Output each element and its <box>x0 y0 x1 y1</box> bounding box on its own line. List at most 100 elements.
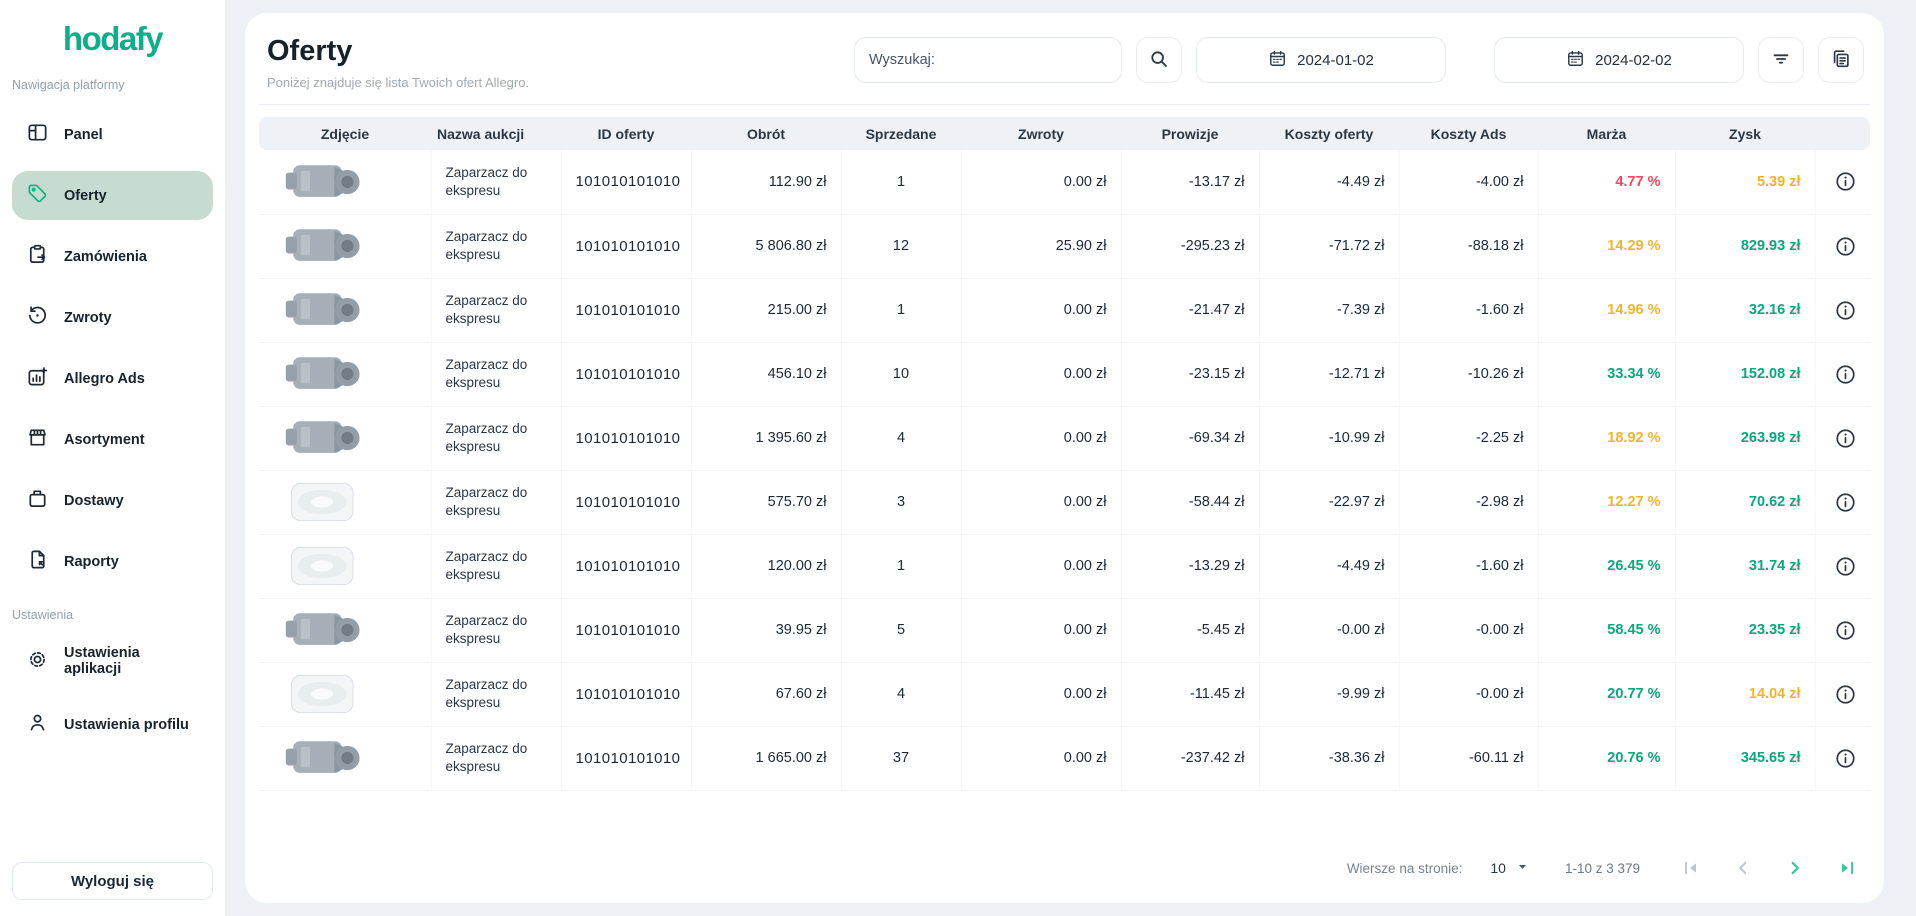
next-page-button[interactable] <box>1782 855 1808 881</box>
product-image <box>269 474 381 531</box>
info-button[interactable] <box>1830 743 1861 774</box>
copy-report-button[interactable] <box>1818 37 1864 83</box>
offer-id: 101010101010 <box>561 214 691 278</box>
card-header: Oferty Poniżej znajduje się lista Twoich… <box>259 29 1870 105</box>
offer-marza: 20.77 % <box>1538 662 1675 726</box>
tag-icon <box>26 182 49 209</box>
info-button[interactable] <box>1830 166 1861 197</box>
sidebar-item-allegro-ads[interactable]: Allegro Ads <box>12 354 213 403</box>
offer-name: Zaparzacz do ekspresu <box>431 534 561 598</box>
sidebar-item-raporty[interactable]: Raporty <box>12 537 213 586</box>
offer-name: Zaparzacz do ekspresu <box>431 662 561 726</box>
last-page-button[interactable] <box>1834 855 1860 881</box>
offer-name: Zaparzacz do ekspresu <box>431 598 561 662</box>
offer-zwroty: 25.90 zł <box>961 214 1121 278</box>
offer-name: Zaparzacz do ekspresu <box>431 278 561 342</box>
info-icon <box>1834 438 1857 453</box>
offer-koszty-oferty: -4.49 zł <box>1259 534 1399 598</box>
offer-koszty-ads: -0.00 zł <box>1399 598 1538 662</box>
product-image <box>269 410 381 467</box>
offer-sprzedane: 4 <box>841 662 961 726</box>
toolbar: 2024-01-02 2024-02-02 <box>854 37 1864 83</box>
sidebar-item-oferty[interactable]: Oferty <box>12 171 213 220</box>
offer-sprzedane: 37 <box>841 726 961 790</box>
search-input[interactable] <box>869 52 1107 68</box>
report-file-icon <box>26 548 49 575</box>
info-button[interactable] <box>1830 231 1861 262</box>
sidebar-item-ustawienia-profilu[interactable]: Ustawienia profilu <box>12 700 213 749</box>
offer-obrot: 120.00 zł <box>691 534 841 598</box>
info-icon <box>1834 694 1857 709</box>
product-image <box>269 346 381 403</box>
col-sprzedane: Sprzedane <box>841 117 961 150</box>
offer-marza: 14.96 % <box>1538 278 1675 342</box>
sidebar: hodafy Nawigacja platformy Panel Oferty … <box>0 0 225 916</box>
info-icon <box>1834 374 1857 389</box>
offer-koszty-oferty: -10.99 zł <box>1259 406 1399 470</box>
brand-logo: hodafy <box>12 20 213 58</box>
page-title: Oferty <box>267 35 529 68</box>
offer-koszty-oferty: -22.97 zł <box>1259 470 1399 534</box>
info-button[interactable] <box>1830 423 1861 454</box>
offer-koszty-ads: -2.98 zł <box>1399 470 1538 534</box>
info-icon <box>1834 758 1857 773</box>
table-row: Zaparzacz do ekspresu 101010101010 1 665… <box>259 726 1870 790</box>
col-id-oferty: ID oferty <box>561 117 691 150</box>
copy-icon <box>1830 48 1852 73</box>
previous-page-button[interactable] <box>1730 855 1756 881</box>
settings-section-label: Ustawienia <box>12 608 213 622</box>
date-to-picker[interactable]: 2024-02-02 <box>1494 37 1744 83</box>
offer-prowizje: -11.45 zł <box>1121 662 1259 726</box>
info-button[interactable] <box>1830 487 1861 518</box>
offer-name: Zaparzacz do ekspresu <box>431 214 561 278</box>
info-icon <box>1834 630 1857 645</box>
date-from-picker[interactable]: 2024-01-02 <box>1196 37 1446 83</box>
offer-marza: 18.92 % <box>1538 406 1675 470</box>
offer-marza: 58.45 % <box>1538 598 1675 662</box>
date-to-value: 2024-02-02 <box>1595 52 1672 69</box>
offer-zysk: 5.39 zł <box>1675 150 1815 214</box>
info-button[interactable] <box>1830 551 1861 582</box>
col-koszty-oferty: Koszty oferty <box>1259 117 1399 150</box>
product-part-graphic <box>273 602 377 658</box>
product-part-graphic <box>273 474 377 530</box>
col-zwroty: Zwroty <box>961 117 1121 150</box>
product-part-graphic <box>273 666 377 722</box>
sidebar-item-panel[interactable]: Panel <box>12 110 213 159</box>
page-size-dropdown[interactable]: 10 <box>1490 858 1531 878</box>
ads-chart-icon <box>26 365 49 392</box>
offer-sprzedane: 4 <box>841 406 961 470</box>
info-button[interactable] <box>1830 615 1861 646</box>
dashboard-icon <box>26 121 49 148</box>
pagination-nav <box>1678 855 1860 881</box>
product-part-graphic <box>273 282 377 338</box>
offer-sprzedane: 1 <box>841 150 961 214</box>
sidebar-item-asortyment[interactable]: Asortyment <box>12 415 213 464</box>
info-button[interactable] <box>1830 679 1861 710</box>
offer-name: Zaparzacz do ekspresu <box>431 406 561 470</box>
page-size-value: 10 <box>1490 860 1506 876</box>
offer-koszty-ads: -60.11 zł <box>1399 726 1538 790</box>
offer-sprzedane: 3 <box>841 470 961 534</box>
offer-koszty-oferty: -4.49 zł <box>1259 150 1399 214</box>
product-image <box>269 153 381 210</box>
search-button[interactable] <box>1136 37 1182 83</box>
info-icon <box>1834 566 1857 581</box>
offer-name: Zaparzacz do ekspresu <box>431 470 561 534</box>
info-button[interactable] <box>1830 359 1861 390</box>
product-image <box>269 730 381 787</box>
logout-button[interactable]: Wyloguj się <box>12 862 213 900</box>
sidebar-item-dostawy[interactable]: Dostawy <box>12 476 213 525</box>
offer-id: 101010101010 <box>561 534 691 598</box>
filter-button[interactable] <box>1758 37 1804 83</box>
storefront-icon <box>26 426 49 453</box>
sidebar-item-ustawienia-aplikacji[interactable]: Ustawienia aplikacji <box>12 634 213 688</box>
sidebar-item-zwroty[interactable]: Zwroty <box>12 293 213 342</box>
col-marza: Marża <box>1538 117 1675 150</box>
col-zysk: Zysk <box>1675 117 1815 150</box>
offer-marza: 4.77 % <box>1538 150 1675 214</box>
sidebar-item-zamowienia[interactable]: Zamówienia <box>12 232 213 281</box>
info-icon <box>1834 502 1857 517</box>
info-button[interactable] <box>1830 295 1861 326</box>
first-page-button[interactable] <box>1678 855 1704 881</box>
